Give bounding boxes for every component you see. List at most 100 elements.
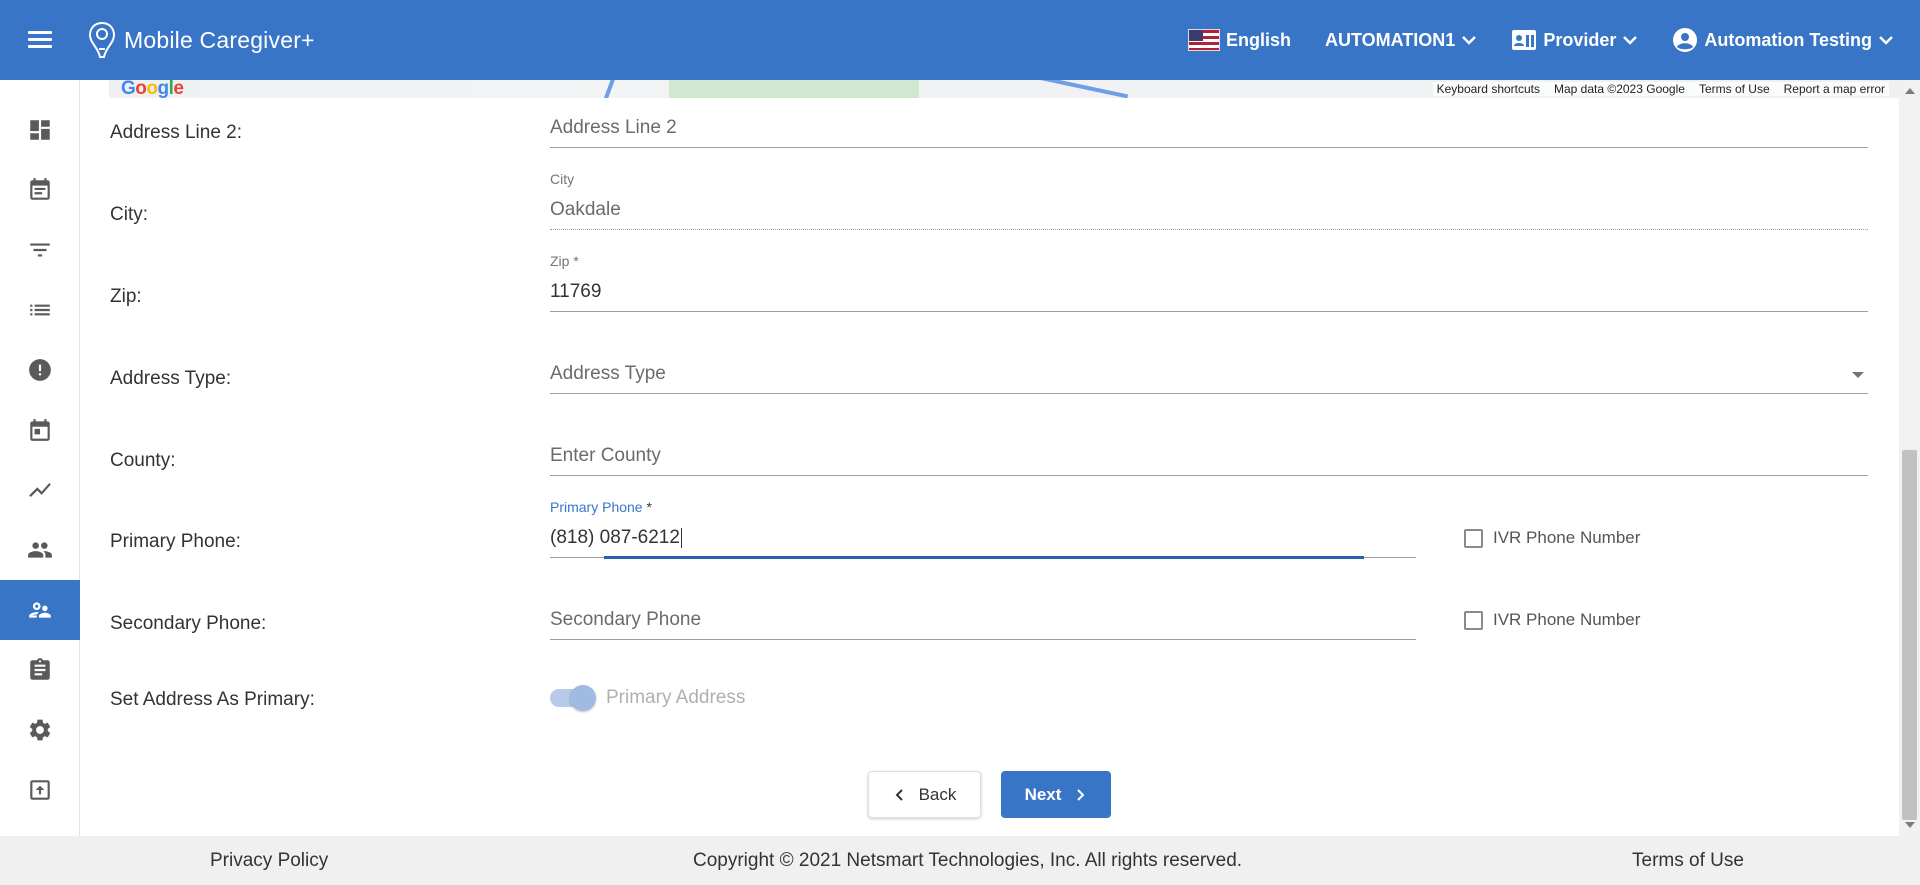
address-line2-input[interactable] [550,117,1868,139]
sidebar-item-settings[interactable] [0,700,80,760]
copyright-text: Copyright © 2021 Netsmart Technologies, … [693,849,1243,871]
chevron-right-icon [1077,788,1085,801]
google-logo: Google [121,80,184,98]
back-button[interactable]: Back [868,771,981,818]
zip-row: Zip: Zip * 11769 [110,253,1870,344]
primary-phone-row: Primary Phone: Primary Phone * (818) 087… [110,499,1870,590]
address-type-placeholder: Address Type [550,363,666,384]
address-line2-field[interactable] [550,117,1868,148]
privacy-policy-link[interactable]: Privacy Policy [210,850,328,872]
sidebar-item-reports[interactable] [0,460,80,520]
county-field[interactable] [550,445,1868,476]
map-keyboard-shortcuts-link[interactable]: Keyboard shortcuts [1437,82,1540,96]
scroll-down-arrow-icon[interactable] [1905,822,1915,828]
sidebar-item-calendar[interactable] [0,400,80,460]
zip-value[interactable]: 11769 [550,281,1868,303]
filter-icon [30,243,50,257]
calendar-icon [30,419,50,441]
chevron-down-icon [1462,36,1477,45]
clients-icon [29,602,51,618]
checkbox-icon[interactable] [1464,528,1483,548]
map-view[interactable]: Google Keyboard shortcuts Map data ©2023… [109,80,1899,98]
city-row: City: City Oakdale [110,171,1870,262]
sidebar-item-list[interactable] [0,280,80,340]
secondary-ivr-checkbox[interactable]: IVR Phone Number [1464,610,1640,630]
zip-label: Zip: [110,286,142,307]
address-type-select[interactable]: Address Type [550,363,1868,394]
sidebar-item-alerts[interactable] [0,340,80,400]
county-row: County: [110,438,1870,508]
next-button-label: Next [1024,784,1062,804]
upload-icon [30,780,50,800]
back-button-label: Back [918,784,957,804]
secondary-phone-field[interactable] [550,609,1416,640]
role-dropdown[interactable]: Provider [1511,29,1638,51]
primary-ivr-label: IVR Phone Number [1493,528,1641,547]
brand[interactable]: Mobile Caregiver+ [88,21,315,59]
sidebar-item-assignments[interactable] [0,640,80,700]
address-type-label: Address Type: [110,368,232,389]
account-circle-icon [1673,28,1698,52]
zip-float-label: Zip * [550,253,579,269]
sidebar-item-schedule-notes[interactable] [0,160,80,220]
dropdown-arrow-icon [1852,372,1864,378]
hamburger-icon [28,31,52,49]
footer: Privacy Policy Copyright © 2021 Netsmart… [0,836,1920,885]
address-type-row: Address Type: Address Type [110,356,1870,426]
us-flag-icon [1187,29,1220,51]
primary-address-toggle-label: Primary Address [606,687,746,708]
sidebar-nav [0,80,80,836]
menu-button[interactable] [0,0,80,80]
scroll-up-arrow-icon[interactable] [1905,88,1915,94]
list-icon [30,304,50,316]
calendar-note-icon [30,178,50,200]
sidebar-item-dashboard[interactable] [0,100,80,160]
city-field[interactable]: City Oakdale [550,171,1868,230]
city-float-label: City [550,171,575,187]
city-label: City: [110,204,148,225]
primary-phone-label: Primary Phone: [110,531,241,552]
primary-address-toggle[interactable]: Primary Address [550,685,746,711]
chevron-down-icon [1623,36,1638,45]
map-terms-link[interactable]: Terms of Use [1699,82,1770,96]
sidebar-item-clients[interactable] [0,580,80,640]
next-button[interactable]: Next [1001,771,1111,818]
dashboard-icon [30,120,50,140]
main-content: Google Keyboard shortcuts Map data ©2023… [81,80,1899,836]
contact-card-icon [1512,30,1537,50]
city-value[interactable]: Oakdale [550,199,1868,221]
caregiver-logo-icon [88,21,116,58]
secondary-phone-row: Secondary Phone: IVR Phone Number [110,602,1870,672]
agency-dropdown[interactable]: AUTOMATION1 [1325,30,1477,51]
zip-field[interactable]: Zip * 11769 [550,253,1868,312]
map-report-error-link[interactable]: Report a map error [1784,82,1885,96]
clipboard-icon [30,658,50,680]
sidebar-item-filters[interactable] [0,220,80,280]
set-primary-row: Set Address As Primary: Primary Address [110,678,1870,748]
secondary-phone-label: Secondary Phone: [110,613,267,634]
primary-phone-value[interactable]: (818) 087-6212 [550,527,1416,549]
map-attribution: Keyboard shortcuts Map data ©2023 Google… [1432,82,1889,96]
checkbox-icon[interactable] [1464,610,1483,630]
settings-icon [29,719,51,741]
user-menu[interactable]: Automation Testing [1672,27,1894,53]
role-label: Provider [1543,29,1617,50]
secondary-ivr-label: IVR Phone Number [1493,610,1641,629]
chevron-down-icon [1879,36,1893,45]
primary-ivr-checkbox[interactable]: IVR Phone Number [1464,528,1640,548]
scrollbar-thumb[interactable] [1902,450,1917,820]
app-title: Mobile Caregiver+ [124,26,315,53]
terms-of-use-link[interactable]: Terms of Use [1632,850,1744,872]
toggle-switch[interactable] [550,685,596,711]
sidebar-item-caregivers[interactable] [0,520,80,580]
people-icon [28,542,52,558]
secondary-phone-input[interactable] [550,609,1416,631]
chevron-left-icon [895,788,903,801]
primary-phone-field[interactable]: Primary Phone * (818) 087-6212 [550,499,1416,559]
set-primary-label: Set Address As Primary: [110,689,315,710]
sidebar-item-upload[interactable] [0,760,80,820]
county-label: County: [110,450,176,471]
vertical-scrollbar[interactable] [1899,80,1920,836]
county-input[interactable] [550,445,1868,467]
language-selector[interactable]: English [1187,29,1291,51]
